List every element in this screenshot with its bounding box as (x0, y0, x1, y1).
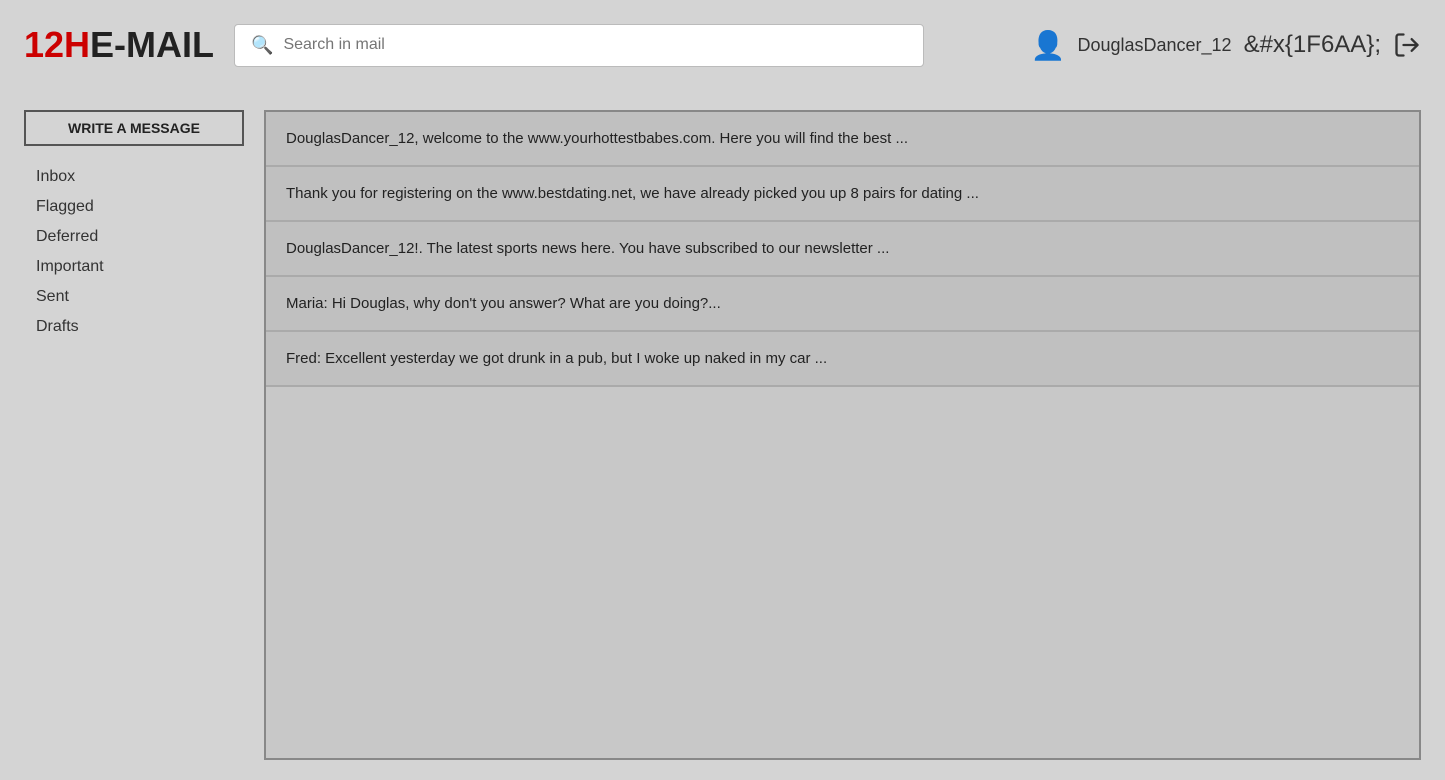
main-layout: WRITE A MESSAGE Inbox Flagged Deferred I… (0, 90, 1445, 780)
user-icon: 👤 (1031, 29, 1066, 62)
search-input[interactable] (283, 36, 907, 54)
email-list: DouglasDancer_12, welcome to the www.you… (264, 110, 1421, 760)
email-item[interactable]: Maria: Hi Douglas, why don't you answer?… (266, 277, 1419, 332)
header-right: 👤 DouglasDancer_12 &#x{1F6AA}; (1031, 29, 1421, 62)
header: 12HE-MAIL 🔍 👤 DouglasDancer_12 &#x{1F6AA… (0, 0, 1445, 90)
email-item[interactable]: DouglasDancer_12!. The latest sports new… (266, 222, 1419, 277)
nav-list: Inbox Flagged Deferred Important Sent Dr… (24, 162, 244, 342)
email-empty-area (266, 387, 1419, 758)
search-container: 🔍 (234, 24, 924, 67)
email-item[interactable]: Fred: Excellent yesterday we got drunk i… (266, 332, 1419, 387)
sidebar-item-drafts[interactable]: Drafts (24, 312, 244, 342)
search-box: 🔍 (234, 24, 924, 67)
logo: 12HE-MAIL (24, 24, 214, 66)
logo-black: E-MAIL (90, 24, 214, 65)
sidebar: WRITE A MESSAGE Inbox Flagged Deferred I… (24, 110, 244, 760)
write-message-button[interactable]: WRITE A MESSAGE (24, 110, 244, 146)
logout-icon[interactable]: &#x{1F6AA}; (1244, 31, 1381, 59)
sidebar-item-sent[interactable]: Sent (24, 282, 244, 312)
sidebar-item-inbox[interactable]: Inbox (24, 162, 244, 192)
logout-icon[interactable] (1393, 31, 1421, 59)
sidebar-item-deferred[interactable]: Deferred (24, 222, 244, 252)
logo-red: 12H (24, 24, 90, 65)
sidebar-item-important[interactable]: Important (24, 252, 244, 282)
username-label: DouglasDancer_12 (1077, 35, 1231, 56)
sidebar-item-flagged[interactable]: Flagged (24, 192, 244, 222)
search-icon: 🔍 (251, 35, 273, 56)
email-item[interactable]: Thank you for registering on the www.bes… (266, 167, 1419, 222)
email-item[interactable]: DouglasDancer_12, welcome to the www.you… (266, 112, 1419, 167)
